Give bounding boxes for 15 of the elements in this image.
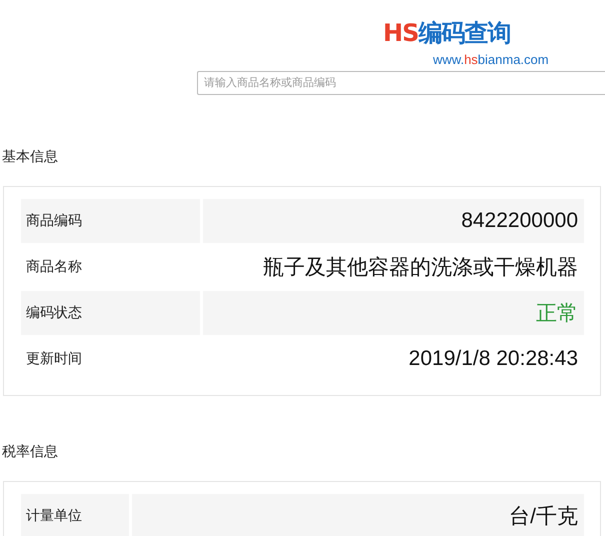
site-url[interactable]: www.hsbianma.com	[433, 51, 549, 69]
logo[interactable]: HS编码查询	[383, 18, 510, 48]
field-value: 8422200000	[203, 199, 584, 243]
field-label: 计量单位	[21, 494, 129, 536]
search-field[interactable]: 请输入商品名称或商品编码	[197, 71, 605, 95]
field-value: 正常	[203, 291, 584, 335]
field-value: 瓶子及其他容器的洗涤或干燥机器	[262, 255, 579, 281]
field-label: 商品编码	[21, 199, 200, 243]
field-value: 2019/1/8 20:28:43	[408, 346, 579, 372]
field-value: 台/千克	[132, 494, 584, 536]
field-label: 编码状态	[21, 291, 200, 335]
field-label: 商品名称	[25, 258, 83, 277]
field-label: 更新时间	[25, 350, 83, 369]
section-title: 税率信息	[2, 443, 59, 461]
section-title: 基本信息	[2, 148, 59, 166]
